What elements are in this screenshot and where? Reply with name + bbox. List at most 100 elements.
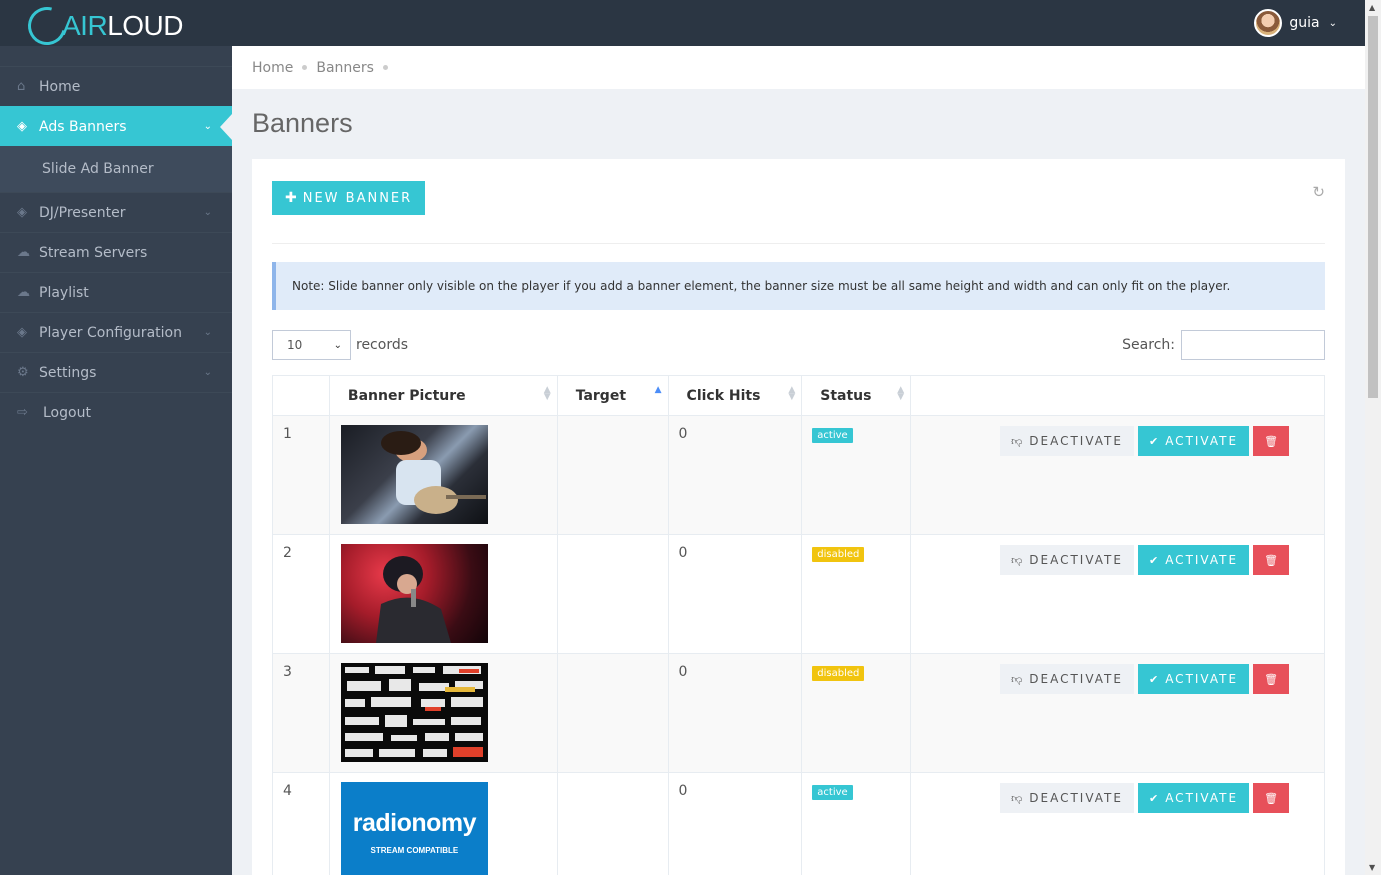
logo-text-loud: LOUD: [107, 10, 183, 41]
new-banner-label: NEW BANNER: [302, 190, 413, 206]
status-cell: disabled: [801, 534, 912, 654]
delete-button[interactable]: 🗑︎: [1253, 426, 1290, 456]
column-header-status[interactable]: Status ▲ ▼: [801, 375, 912, 416]
sidebar-item-stream-servers[interactable]: ☁ Stream Servers: [0, 232, 232, 272]
user-name: guia: [1289, 15, 1320, 31]
check-icon: ✔: [1148, 434, 1159, 448]
click-hits-cell: 0: [667, 415, 803, 535]
status-badge: active: [812, 428, 853, 443]
column-header-banner-picture[interactable]: Banner Picture ▲ ▼: [328, 375, 558, 416]
deactivate-button[interactable]: 👎︎ DEACTIVATE: [1000, 783, 1134, 813]
column-header-actions: [910, 375, 1325, 416]
actions-cell: 👎︎ DEACTIVATE ✔ ACTIVATE 🗑︎: [910, 653, 1325, 773]
sidebar-item-label: Ads Banners: [39, 118, 127, 135]
sidebar-item-player-configuration[interactable]: ◈ Player Configuration ⌄: [0, 312, 232, 352]
table-row: 3 0 disabled 👎︎ DEACTIVATE ✔ ACTIVATE 🗑︎: [272, 653, 1325, 773]
check-icon: ✔: [1148, 791, 1159, 805]
trash-icon: 🗑︎: [1264, 553, 1279, 567]
breadcrumb-home[interactable]: Home: [252, 60, 293, 76]
chevron-down-icon: ⌄: [203, 121, 212, 132]
activate-button[interactable]: ✔ ACTIVATE: [1137, 545, 1250, 575]
deactivate-label: DEACTIVATE: [1029, 434, 1123, 448]
activate-button[interactable]: ✔ ACTIVATE: [1137, 783, 1250, 813]
page-scrollbar[interactable]: ▲ ▼: [1365, 0, 1381, 875]
chevron-down-icon: ⌄: [203, 327, 212, 338]
sort-icon: ▲ ▼: [897, 385, 905, 402]
brand-logo[interactable]: AIRLOUD: [21, 0, 183, 52]
deactivate-button[interactable]: 👎︎ DEACTIVATE: [1000, 545, 1134, 575]
row-actions: 👎︎ DEACTIVATE ✔ ACTIVATE 🗑︎: [975, 783, 1314, 813]
delete-button[interactable]: 🗑︎: [1253, 783, 1290, 813]
deactivate-label: DEACTIVATE: [1029, 672, 1123, 686]
trash-icon: 🗑︎: [1264, 672, 1279, 686]
deactivate-label: DEACTIVATE: [1029, 791, 1123, 805]
check-icon: ✔: [1148, 553, 1159, 567]
banner-picture-cell: [328, 653, 558, 773]
sort-icon: ▲ ▼: [543, 385, 551, 402]
banner-picture-cell: radionomy STREAM COMPATIBLE: [328, 772, 558, 875]
scroll-down-icon[interactable]: ▼: [1369, 863, 1375, 872]
column-header-click-hits[interactable]: Click Hits ▲ ▼: [667, 375, 803, 416]
gears-icon: ⚙: [17, 365, 29, 380]
actions-cell: 👎︎ DEACTIVATE ✔ ACTIVATE 🗑︎: [910, 772, 1325, 875]
chevron-down-icon: ⌄: [1328, 17, 1337, 29]
column-header-target[interactable]: Target ▲▼: [556, 375, 669, 416]
banner-image-singer: [340, 544, 488, 643]
row-index: 2: [272, 534, 330, 654]
sort-ascending-icon: ▲▼: [654, 385, 662, 395]
activate-button[interactable]: ✔ ACTIVATE: [1137, 426, 1250, 456]
activate-button[interactable]: ✔ ACTIVATE: [1137, 664, 1250, 694]
row-actions: 👎︎ DEACTIVATE ✔ ACTIVATE 🗑︎: [975, 426, 1314, 456]
page-title: Banners: [252, 108, 353, 138]
search-input[interactable]: [1181, 330, 1325, 360]
sidebar-subitem-slide-ad-banner[interactable]: Slide Ad Banner: [0, 146, 232, 192]
banner-picture-cell: [328, 415, 558, 535]
banners-table: Banner Picture ▲▼ Target ▲▼ Click Hits ▲▼ S…: [272, 375, 1325, 875]
trash-icon: 🗑︎: [1264, 434, 1279, 448]
row-actions: 👎︎ DEACTIVATE ✔ ACTIVATE 🗑︎: [975, 664, 1314, 694]
click-hits-cell: 0: [667, 772, 803, 875]
top-header: AIRLOUD guia ⌄: [0, 0, 1365, 52]
sidebar: ⌂ Home ◈ Ads Banners ⌄ Slide Ad Banner ◈…: [0, 46, 232, 875]
sidebar-item-playlist[interactable]: ☁ Playlist: [0, 272, 232, 312]
activate-label: ACTIVATE: [1165, 434, 1239, 448]
sidebar-item-ads-banners[interactable]: ◈ Ads Banners ⌄: [0, 106, 232, 146]
banner-image-band-logos: [340, 663, 488, 762]
deactivate-button[interactable]: 👎︎ DEACTIVATE: [1000, 426, 1134, 456]
info-note: Note: Slide banner only visible on the p…: [272, 262, 1325, 310]
user-menu[interactable]: guia ⌄: [1254, 9, 1337, 37]
sidebar-item-logout[interactable]: ⇨ Logout: [0, 392, 232, 432]
banner-image-art: [344, 666, 483, 757]
avatar: [1254, 9, 1283, 37]
scroll-up-icon[interactable]: ▲: [1369, 3, 1375, 12]
actions-cell: 👎︎ DEACTIVATE ✔ ACTIVATE 🗑︎: [910, 415, 1325, 535]
sidebar-subitem-label: Slide Ad Banner: [42, 161, 154, 177]
sidebar-item-label: Stream Servers: [39, 244, 148, 261]
deactivate-button[interactable]: 👎︎ DEACTIVATE: [1000, 664, 1134, 694]
thumbs-down-icon: 👎︎: [1011, 672, 1023, 686]
activate-label: ACTIVATE: [1165, 791, 1239, 805]
records-label: records: [356, 337, 409, 353]
column-header-label: Banner Picture: [347, 387, 466, 404]
thumbs-down-icon: 👎︎: [1011, 791, 1023, 805]
row-actions: 👎︎ DEACTIVATE ✔ ACTIVATE 🗑︎: [975, 545, 1314, 575]
breadcrumb-separator: [302, 65, 308, 70]
table-header-row: Banner Picture ▲▼ Target ▲▼ Click Hits ▲▼ S…: [272, 375, 1325, 416]
sidebar-item-label: Logout: [43, 404, 91, 421]
delete-button[interactable]: 🗑︎: [1253, 664, 1290, 694]
breadcrumb-current: Banners: [316, 59, 374, 76]
status-cell: active: [801, 415, 912, 535]
activate-label: ACTIVATE: [1165, 672, 1239, 686]
sidebar-item-home[interactable]: ⌂ Home: [0, 66, 232, 106]
new-banner-button[interactable]: ✚ NEW BANNER: [272, 181, 426, 215]
scrollbar-thumb[interactable]: [1368, 16, 1378, 398]
banner-image-radionomy: radionomy STREAM COMPATIBLE: [340, 782, 488, 875]
sidebar-item-settings[interactable]: ⚙ Settings ⌄: [0, 352, 232, 392]
layers-icon: ◈: [17, 205, 27, 220]
plus-icon: ✚: [285, 190, 297, 206]
table-row: 1 0 active 👎︎ DEACTIVATE ✔ ACTIVATE 🗑︎: [272, 415, 1325, 535]
refresh-icon[interactable]: ↻: [1312, 183, 1325, 201]
records-length-select[interactable]: 10 ⌄: [272, 330, 351, 360]
delete-button[interactable]: 🗑︎: [1253, 545, 1290, 575]
sidebar-item-dj-presenter[interactable]: ◈ DJ/Presenter ⌄: [0, 192, 232, 232]
